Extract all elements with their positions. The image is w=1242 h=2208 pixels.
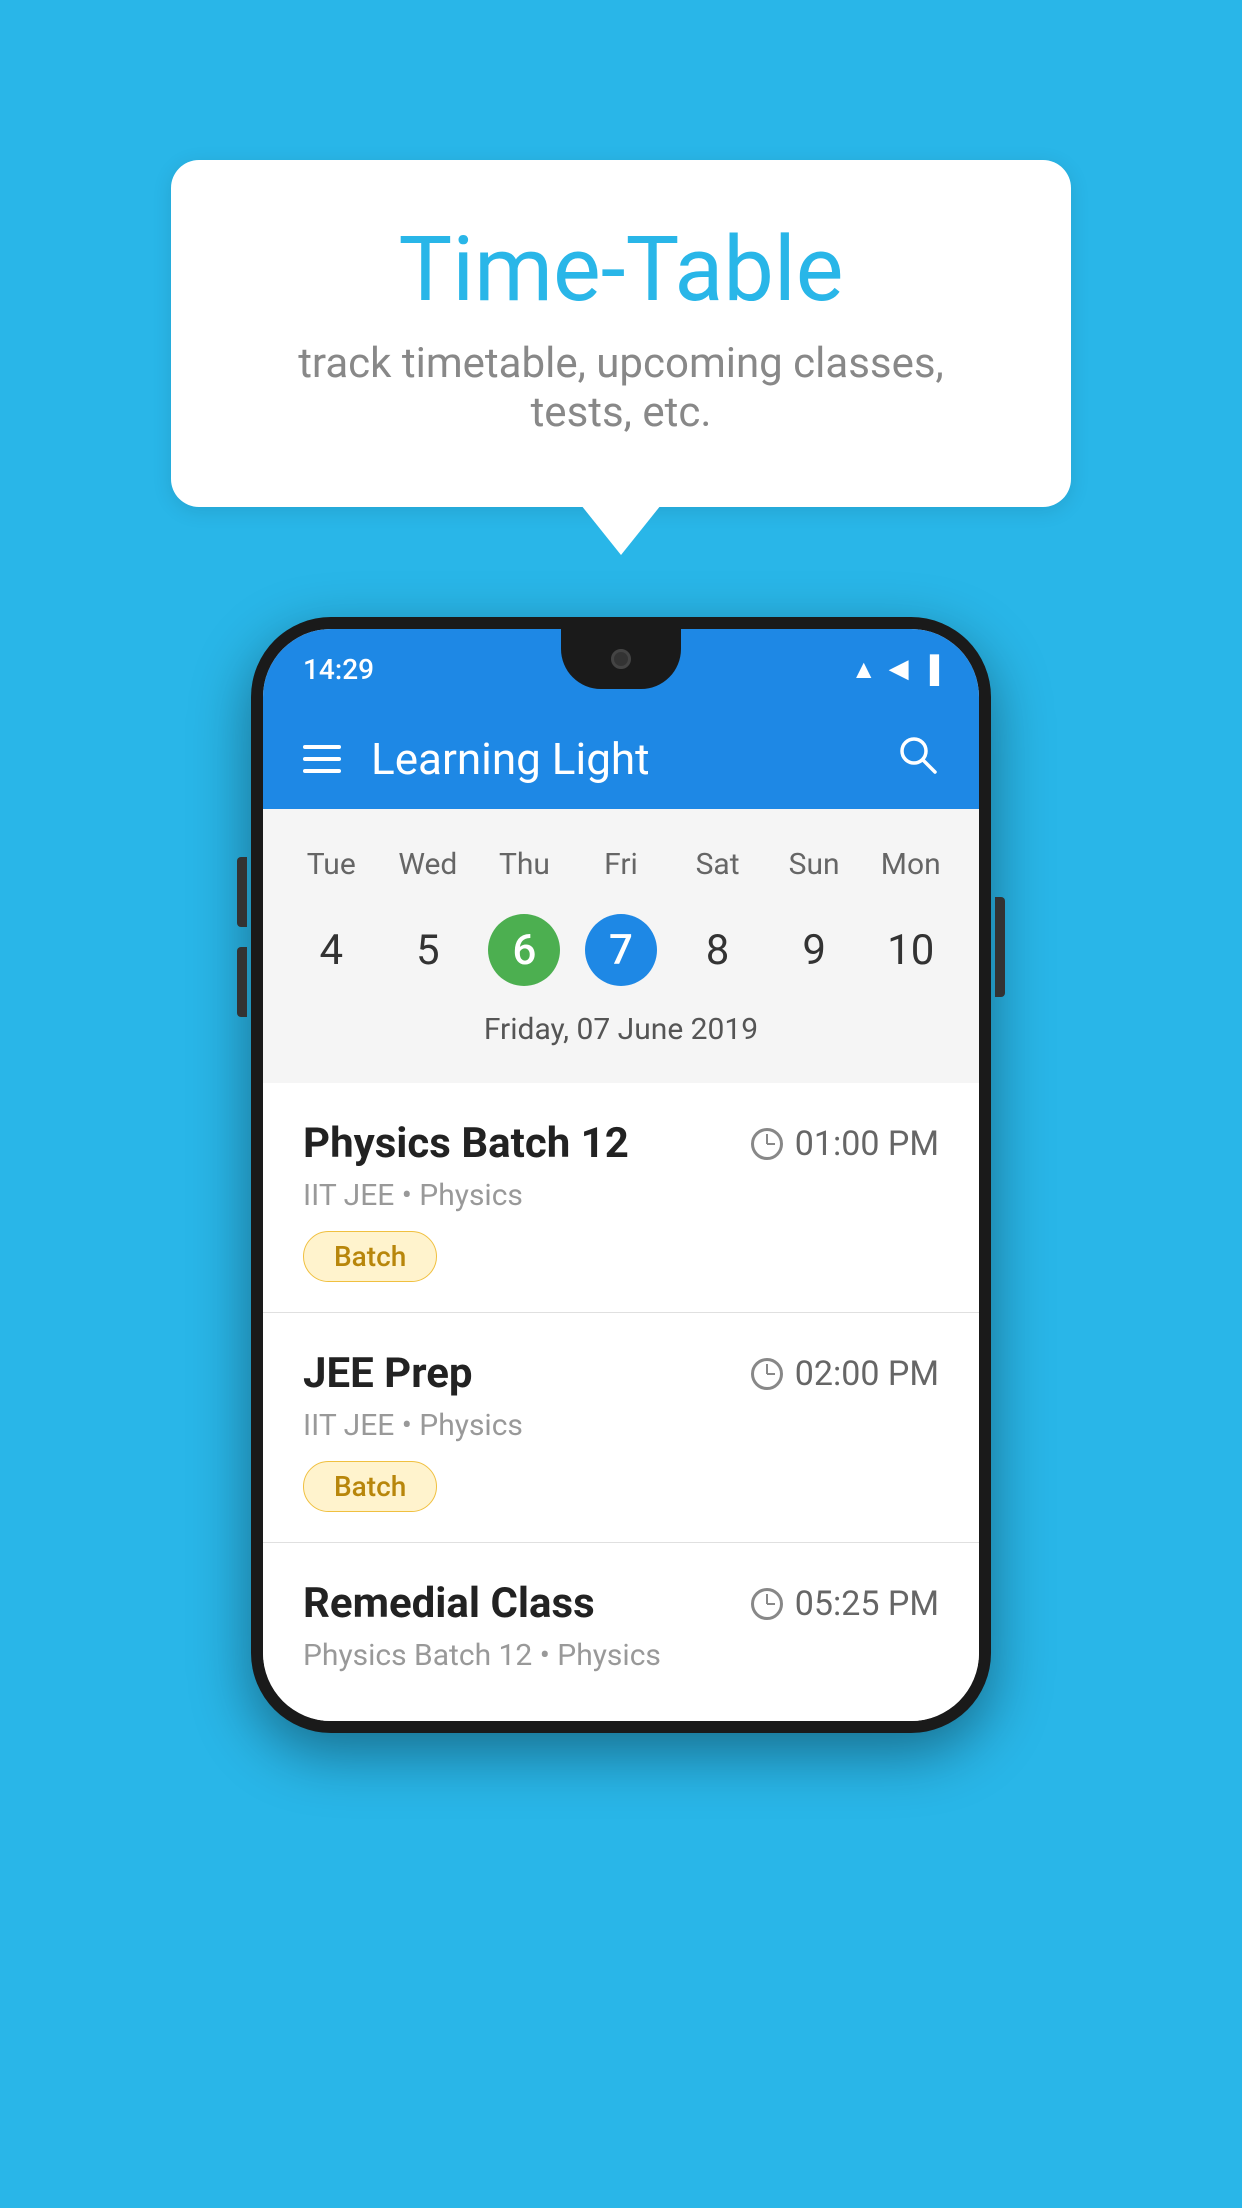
app-title: Learning Light [371,733,865,785]
search-button[interactable] [895,732,939,787]
camera [611,649,631,669]
date-selected-circle[interactable]: 7 [585,914,657,986]
schedule-meta-3: Physics Batch 12 • Physics [303,1638,939,1673]
dates-row: 4 5 6 7 8 9 10 [263,900,979,1000]
phone-screen: 14:29 ▲ ◀ ▐ Learning Light [263,629,979,1721]
status-time: 14:29 [303,653,374,686]
notch [561,629,681,689]
batch-badge-1: Batch [303,1231,437,1282]
wifi-icon: ▲ [851,654,877,685]
phone-mockup: 14:29 ▲ ◀ ▐ Learning Light [251,617,991,1733]
clock-icon-1 [751,1128,783,1160]
phone-frame: 14:29 ▲ ◀ ▐ Learning Light [251,617,991,1733]
date-8[interactable]: 8 [669,910,766,990]
day-wed: Wed [380,839,477,890]
day-tue: Tue [283,839,380,890]
day-mon: Mon [862,839,959,890]
schedule-item-1[interactable]: Physics Batch 12 01:00 PM IIT JEE • Phys… [263,1083,979,1313]
schedule-title-2: JEE Prep [303,1349,473,1398]
selected-date-label: Friday, 07 June 2019 [263,1000,979,1063]
schedule-time-2: 02:00 PM [751,1354,939,1394]
schedule-time-1: 01:00 PM [751,1124,939,1164]
schedule-title-1: Physics Batch 12 [303,1119,629,1168]
schedule-item-2-header: JEE Prep 02:00 PM [303,1349,939,1398]
date-9[interactable]: 9 [766,910,863,990]
schedule-item-3-header: Remedial Class 05:25 PM [303,1579,939,1628]
clock-icon-3 [751,1588,783,1620]
speech-bubble: Time-Table track timetable, upcoming cla… [171,160,1071,507]
date-today-circle[interactable]: 6 [488,914,560,986]
date-6[interactable]: 6 [476,910,573,990]
bubble-subtitle: track timetable, upcoming classes, tests… [251,339,991,437]
signal-icon: ◀ [889,654,909,684]
time-label-1: 01:00 PM [795,1124,939,1164]
bubble-title: Time-Table [251,220,991,319]
status-bar: 14:29 ▲ ◀ ▐ [263,629,979,709]
date-5[interactable]: 5 [380,910,477,990]
battery-icon: ▐ [921,654,939,685]
schedule-item-1-header: Physics Batch 12 01:00 PM [303,1119,939,1168]
schedule-title-3: Remedial Class [303,1579,595,1628]
batch-badge-2: Batch [303,1461,437,1512]
schedule-time-3: 05:25 PM [751,1584,939,1624]
app-bar: Learning Light [263,709,979,809]
schedule-item-2[interactable]: JEE Prep 02:00 PM IIT JEE • Physics Batc… [263,1313,979,1543]
volume-down-button[interactable] [237,947,247,1017]
date-7[interactable]: 7 [573,910,670,990]
date-4[interactable]: 4 [283,910,380,990]
calendar: Tue Wed Thu Fri Sat Sun Mon 4 5 6 7 [263,809,979,1083]
schedule-meta-2: IIT JEE • Physics [303,1408,939,1443]
day-sun: Sun [766,839,863,890]
schedule-meta-1: IIT JEE • Physics [303,1178,939,1213]
volume-up-button[interactable] [237,857,247,927]
status-icons: ▲ ◀ ▐ [851,654,939,685]
date-10[interactable]: 10 [862,910,959,990]
menu-button[interactable] [303,745,341,773]
day-fri: Fri [573,839,670,890]
power-button[interactable] [995,897,1005,997]
day-sat: Sat [669,839,766,890]
schedule-item-3[interactable]: Remedial Class 05:25 PM Physics Batch 12… [263,1543,979,1721]
clock-icon-2 [751,1358,783,1390]
time-label-2: 02:00 PM [795,1354,939,1394]
day-thu: Thu [476,839,573,890]
schedule-list: Physics Batch 12 01:00 PM IIT JEE • Phys… [263,1083,979,1721]
time-label-3: 05:25 PM [795,1584,939,1624]
days-row: Tue Wed Thu Fri Sat Sun Mon [263,829,979,900]
